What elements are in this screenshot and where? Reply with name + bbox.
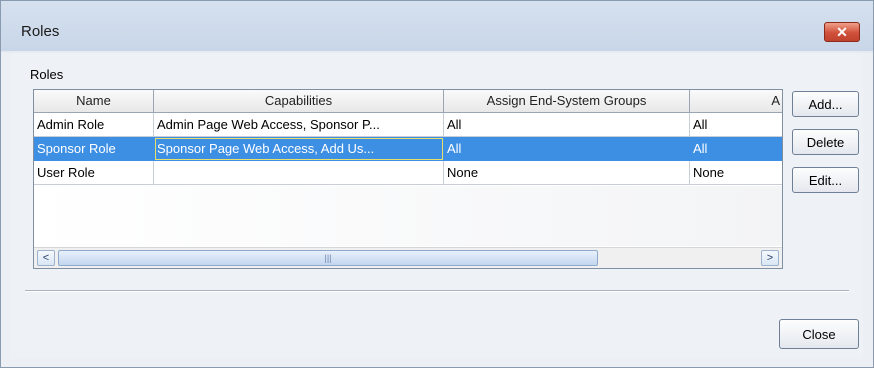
- horizontal-scrollbar[interactable]: < ||| >: [34, 247, 782, 268]
- edit-button[interactable]: Edit...: [792, 167, 859, 193]
- cell-assign-groups: All: [444, 137, 690, 161]
- cell-col4: All: [690, 137, 782, 161]
- cell-name: User Role: [34, 161, 154, 185]
- cell-capabilities: Sponsor Page Web Access, Add Us...: [154, 137, 444, 161]
- cell-capabilities: [154, 161, 444, 185]
- cell-assign-groups: None: [444, 161, 690, 185]
- table-header: Name Capabilities Assign End-System Grou…: [34, 90, 782, 113]
- close-window-button[interactable]: ✕: [824, 22, 860, 42]
- column-header-capabilities[interactable]: Capabilities: [154, 90, 444, 112]
- window-title: Roles: [21, 23, 60, 40]
- delete-button[interactable]: Delete: [792, 129, 859, 155]
- table-row[interactable]: Sponsor Role Sponsor Page Web Access, Ad…: [34, 137, 782, 161]
- cell-name: Admin Role: [34, 113, 154, 137]
- cell-capabilities: Admin Page Web Access, Sponsor P...: [154, 113, 444, 137]
- cell-assign-groups: All: [444, 113, 690, 137]
- roles-group-label: Roles: [30, 67, 64, 82]
- table-empty-area: [34, 186, 782, 246]
- table-row[interactable]: Admin Role Admin Page Web Access, Sponso…: [34, 113, 782, 137]
- close-icon: ✕: [836, 24, 848, 40]
- title-bar: Roles ✕: [1, 1, 873, 51]
- cell-name: Sponsor Role: [34, 137, 154, 161]
- add-button[interactable]: Add...: [792, 91, 859, 117]
- cell-col4: All: [690, 113, 782, 137]
- scroll-right-icon: >: [766, 252, 774, 264]
- column-header-truncated[interactable]: A: [690, 90, 782, 112]
- separator-line: [25, 290, 849, 292]
- table-row[interactable]: User Role None None: [34, 161, 782, 185]
- close-button[interactable]: Close: [779, 319, 859, 349]
- scrollbar-thumb[interactable]: |||: [58, 250, 598, 266]
- scroll-left-icon: <: [42, 252, 50, 264]
- scroll-left-button[interactable]: <: [37, 250, 55, 266]
- column-header-name[interactable]: Name: [34, 90, 154, 112]
- grip-icon: |||: [324, 253, 332, 263]
- roles-table: Name Capabilities Assign End-System Grou…: [33, 89, 783, 269]
- roles-dialog: Roles ✕ Roles Name Capabilities Assign E…: [0, 0, 874, 368]
- scroll-right-button[interactable]: >: [761, 250, 779, 266]
- column-header-assign-end-system-groups[interactable]: Assign End-System Groups: [444, 90, 690, 112]
- cell-col4: None: [690, 161, 782, 185]
- dialog-content: Roles Name Capabilities Assign End-Syste…: [11, 53, 863, 359]
